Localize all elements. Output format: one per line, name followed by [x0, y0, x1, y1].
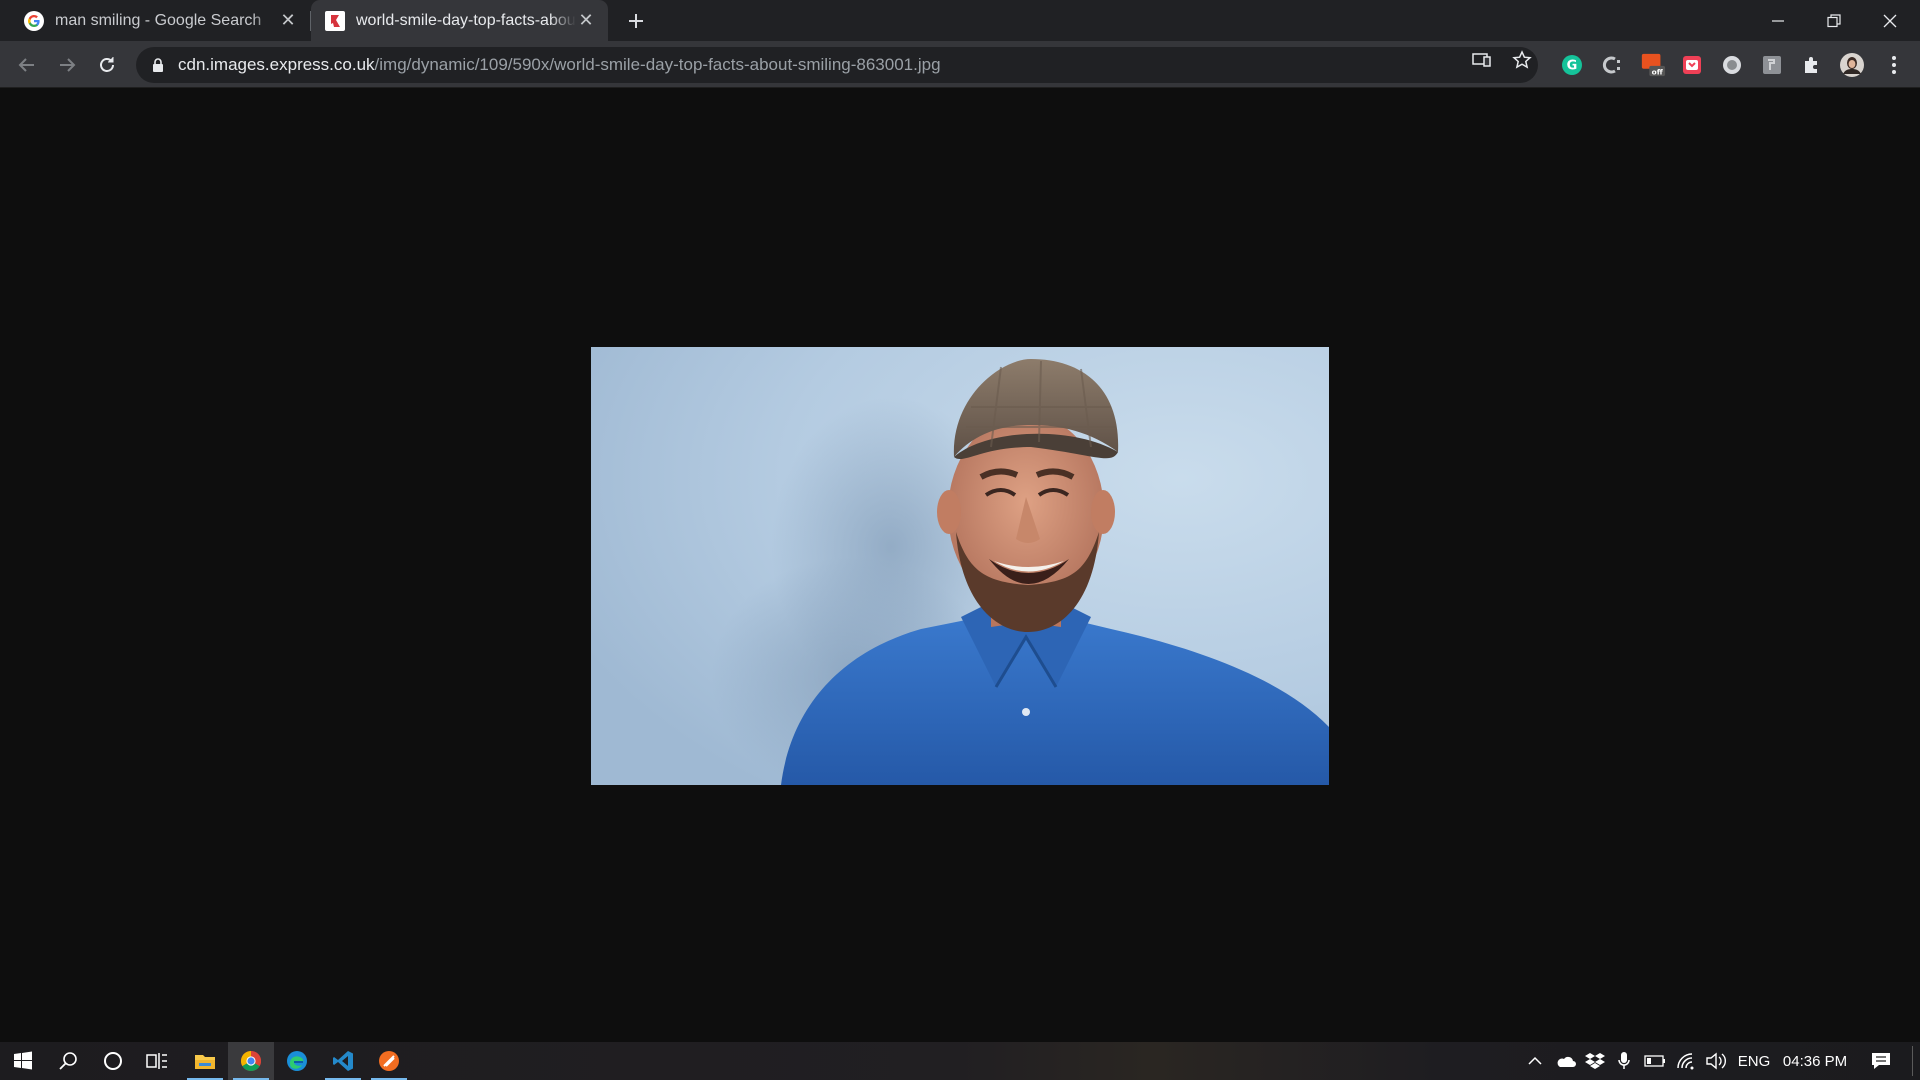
onedrive-icon[interactable] [1553, 1042, 1577, 1080]
smiling-man-photo[interactable] [591, 347, 1329, 785]
bookmark-star-icon[interactable] [1511, 49, 1533, 71]
file-explorer-icon [195, 1055, 215, 1069]
reload-icon [100, 57, 114, 72]
express-icon [325, 10, 345, 31]
task-view-icon [146, 1053, 167, 1069]
chrome-taskbar[interactable] [228, 1042, 274, 1080]
edge-icon [287, 1051, 307, 1071]
profile-avatar[interactable] [1839, 52, 1865, 78]
tab-google-search[interactable]: man smiling - Google Search ✕ [0, 0, 310, 41]
task-view-button[interactable] [134, 1042, 180, 1080]
cast-icon[interactable] [1471, 49, 1493, 71]
start-button[interactable] [0, 1042, 46, 1080]
google-g-icon [24, 10, 44, 31]
coupon-off-icon[interactable]: off [1640, 52, 1666, 78]
svg-text:G: G [1567, 59, 1578, 74]
chevron-up-icon [1528, 1056, 1542, 1065]
file-explorer-taskbar[interactable] [182, 1042, 228, 1080]
plus-icon [629, 14, 643, 28]
app-orange-taskbar[interactable] [366, 1042, 412, 1080]
grammarly-icon[interactable]: G [1559, 52, 1585, 78]
address-bar[interactable]: cdn.images.express.co.uk/img/dynamic/109… [136, 47, 1538, 83]
show-desktop-divider[interactable] [1912, 1046, 1913, 1076]
language-indicator[interactable]: ENG [1734, 1042, 1774, 1080]
svg-text:off: off [1652, 67, 1664, 76]
vscode-icon [333, 1051, 353, 1071]
search-button[interactable] [45, 1042, 91, 1080]
app-orange-icon [379, 1051, 399, 1071]
minimize-icon [1772, 19, 1784, 22]
reload-button[interactable] [91, 49, 123, 81]
wifi-icon[interactable] [1673, 1042, 1699, 1080]
search-icon [59, 1052, 77, 1070]
tray-overflow-button[interactable] [1523, 1042, 1547, 1080]
clipboard-icon[interactable] [1599, 52, 1625, 78]
action-center-button[interactable] [1866, 1042, 1896, 1080]
lock-icon[interactable] [150, 57, 166, 73]
windows-start-icon [14, 1051, 32, 1070]
browser-toolbar: cdn.images.express.co.uk/img/dynamic/109… [0, 41, 1920, 88]
tab-image-active[interactable]: world-smile-day-top-facts-about-smiling-… [311, 0, 608, 41]
restore-icon [1827, 13, 1841, 27]
puzzle-icon[interactable] [1799, 52, 1825, 78]
cortana-button[interactable] [90, 1042, 136, 1080]
back-button[interactable] [11, 49, 43, 81]
close-icon [1883, 14, 1897, 27]
pocket-icon[interactable] [1679, 52, 1705, 78]
chrome-icon [241, 1051, 261, 1071]
image-viewer [0, 88, 1920, 1042]
url-text[interactable]: cdn.images.express.co.uk/img/dynamic/109… [178, 55, 941, 75]
tab-strip: man smiling - Google Search ✕ world-smil… [0, 0, 1920, 41]
close-icon[interactable]: ✕ [278, 10, 298, 31]
vscode-taskbar[interactable] [320, 1042, 366, 1080]
close-window-button[interactable] [1862, 0, 1918, 41]
windows-taskbar: ENG 04:36 PM [0, 1042, 1920, 1080]
edge-taskbar[interactable] [274, 1042, 320, 1080]
battery-icon[interactable] [1642, 1042, 1668, 1080]
minimize-button[interactable] [1750, 0, 1806, 41]
notes-icon[interactable] [1759, 52, 1785, 78]
close-icon[interactable]: ✕ [576, 10, 596, 31]
restore-button[interactable] [1806, 0, 1862, 41]
url-host: cdn.images.express.co.uk [178, 55, 375, 74]
arrow-back-icon [18, 58, 34, 72]
url-path: /img/dynamic/109/590x/world-smile-day-to… [374, 55, 941, 74]
cortana-icon [104, 1052, 122, 1070]
dropbox-icon[interactable] [1583, 1042, 1607, 1080]
microphone-icon[interactable] [1612, 1042, 1636, 1080]
record-icon[interactable] [1719, 52, 1745, 78]
arrow-forward-icon [60, 58, 76, 72]
tab-title: man smiling - Google Search [55, 11, 262, 29]
tab-title: world-smile-day-top-facts-about-smiling-… [356, 11, 576, 29]
menu-kebab-icon[interactable] [1881, 52, 1907, 78]
notification-icon [1872, 1053, 1890, 1069]
new-tab-button[interactable] [620, 8, 652, 34]
volume-icon[interactable] [1703, 1042, 1729, 1080]
clock[interactable]: 04:36 PM [1780, 1042, 1850, 1080]
smiling-man-image [591, 347, 1329, 785]
forward-button[interactable] [51, 49, 83, 81]
